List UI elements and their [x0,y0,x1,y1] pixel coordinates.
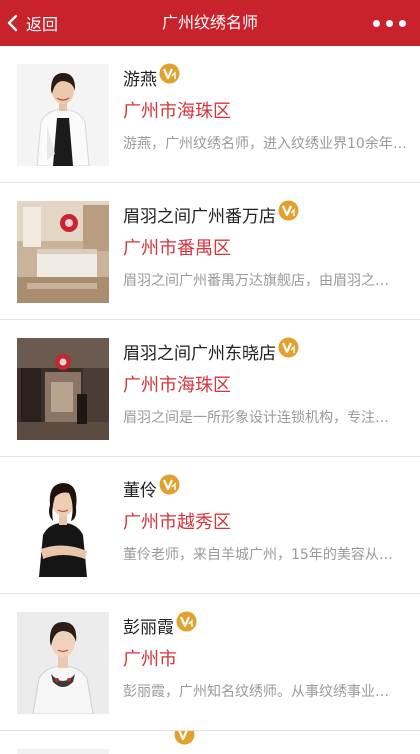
item-info: 游燕 广州市海珠区 游燕，广州纹绣名师，进入纹绣业界10余年… [123,62,412,154]
name-row: 彭丽霞 [123,610,412,640]
verified-v-badge-icon [159,474,180,494]
top-nav-bar: 返回 广州纹绣名师 [0,0,420,46]
item-location: 广州市海珠区 [123,101,231,122]
portrait-image-top [17,749,109,754]
woman-portrait-image [17,612,109,714]
item-name: 眉羽之间广州番万店 [123,206,276,227]
more-dot-icon [373,19,380,27]
thumbnail-image [17,612,109,714]
back-label: 返回 [26,15,59,34]
item-location: 广州市 [123,649,177,670]
name-row: 游燕 [123,62,412,92]
name-row: 眉羽之间广州番万店 [123,199,412,229]
salon-reception-image [17,201,109,303]
back-button[interactable]: 返回 [6,0,58,46]
item-name: 眉羽之间广州东晓店 [123,343,276,364]
item-description: 彭丽霞，广州知名纹绣师。从事纹绣事业… [123,684,389,700]
thumbnail-image [17,64,109,166]
name-row: 董伶 [123,473,412,503]
item-info: 眉羽之间广州东晓店 广州市海珠区 眉羽之间是一所形象设计连锁机构，专注… [123,336,412,428]
artist-list: 游燕 广州市海珠区 游燕，广州纹绣名师，进入纹绣业界10余年… 眉羽之间广州番万… [0,46,420,754]
list-item[interactable]: 董伶 广州市越秀区 董伶老师，来自羊城广州，15年的美容从… [0,457,420,594]
item-description: 董伶老师，来自羊城广州，15年的美容从… [123,547,393,563]
item-name: 彭丽霞 [123,617,174,638]
list-item[interactable]: 眉羽之间广州东晓店 广州市海珠区 眉羽之间是一所形象设计连锁机构，专注… [0,320,420,457]
more-dot-icon [386,19,393,27]
verified-v-badge-icon [159,63,180,83]
list-item[interactable]: 眉羽之间广州番万店 广州市番禺区 眉羽之间广州番禺万达旗舰店，由眉羽之… [0,183,420,320]
item-location: 广州市海珠区 [123,375,231,396]
item-location: 广州市越秀区 [123,512,231,533]
list-item[interactable]: 彭丽霞 广州市 彭丽霞，广州知名纹绣师。从事纹绣事业… [0,594,420,731]
item-info: 董伶 广州市越秀区 董伶老师，来自羊城广州，15年的美容从… [123,473,412,565]
item-name: 游燕 [123,69,157,90]
item-info: 眉羽之间广州番万店 广州市番禺区 眉羽之间广州番禺万达旗舰店，由眉羽之… [123,199,412,291]
more-dot-icon [399,19,406,27]
name-row: 眉羽之间广州东晓店 [123,336,412,366]
woman-portrait-image [17,475,109,577]
list-item-partial[interactable] [0,731,420,754]
item-info: 彭丽霞 广州市 彭丽霞，广州知名纹绣师。从事纹绣事业… [123,610,412,702]
item-description: 眉羽之间广州番禺万达旗舰店，由眉羽之… [123,273,389,289]
woman-portrait-image [17,64,109,166]
page-title: 广州纹绣名师 [161,13,258,32]
list-item[interactable]: 游燕 广州市海珠区 游燕，广州纹绣名师，进入纹绣业界10余年… [0,46,420,183]
verified-v-badge-icon [278,200,299,220]
thumbnail-image [17,201,109,303]
verified-v-badge-icon [278,337,299,357]
thumbnail-image [17,475,109,577]
item-description: 眉羽之间是一所形象设计连锁机构，专注… [123,410,389,426]
thumbnail-image [17,749,109,754]
chevron-left-icon [7,14,18,32]
item-location: 广州市番禺区 [123,238,231,259]
salon-hallway-image [17,338,109,440]
verified-v-badge-icon [176,611,197,631]
verified-v-badge-icon [174,731,195,745]
item-name: 董伶 [123,480,157,501]
item-description: 游燕，广州纹绣名师，进入纹绣业界10余年… [123,136,407,152]
more-menu-button[interactable] [373,0,406,46]
thumbnail-image [17,338,109,440]
